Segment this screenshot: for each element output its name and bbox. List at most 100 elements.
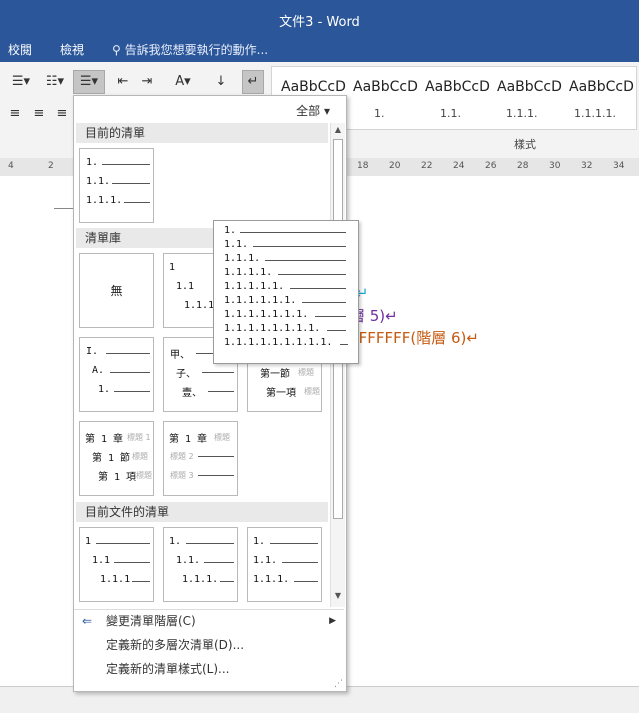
thumb-heading-placeholder: 標題	[132, 452, 148, 461]
document-list-thumb-2[interactable]: 1. 1.1. 1.1.1.	[163, 527, 238, 602]
section-document-lists: 目前文件的清單	[76, 502, 328, 522]
multilevel-list-button[interactable]: ☰▾	[73, 70, 105, 94]
multilevel-list-gallery: 全部 ▾ 目前的清單 1. 1.1. 1.1.1. 清單庫 無 1 1.1 1.…	[73, 95, 347, 692]
increase-indent-button[interactable]: ⇥	[136, 71, 158, 93]
menu-item-label: 變更清單階層(C)	[106, 614, 196, 628]
scroll-down-icon[interactable]: ▼	[333, 591, 343, 603]
show-marks-button[interactable]: ↵	[242, 70, 264, 94]
menu-define-multilevel-list[interactable]: 定義新的多層次清單(D)...	[74, 634, 344, 656]
thumb-line	[110, 372, 150, 373]
thumb-level-label: 1.1	[92, 555, 111, 566]
style-heading-1[interactable]: AaBbCcD	[353, 79, 418, 95]
preview-line	[327, 330, 346, 331]
thumb-line	[208, 391, 234, 392]
preview-line	[277, 274, 346, 275]
style-heading-3[interactable]: AaBbCcD	[497, 79, 562, 95]
preview-level-label: 1.1.1.1.1.	[224, 281, 285, 292]
tell-me-text: 告訴我您想要執行的動作...	[124, 43, 269, 57]
preview-level-label: 1.	[224, 225, 237, 236]
ruler-tick: 30	[549, 161, 561, 171]
align-center-button[interactable]: ≡	[28, 103, 50, 125]
increase-indent-icon: ⇥	[141, 74, 153, 89]
library-roman-thumb[interactable]: I. A. 1.	[79, 337, 154, 412]
thumb-level-label: I.	[86, 346, 99, 357]
thumb-line	[106, 353, 150, 354]
ruler-tick: 26	[485, 161, 497, 171]
align-left-button[interactable]: ≡	[4, 103, 26, 125]
thumb-level-label: 1.1.	[253, 555, 278, 566]
thumb-level-label: 1.	[98, 384, 111, 395]
menu-item-label: 定義新的多層次清單(D)...	[106, 638, 245, 652]
gallery-scrollbar[interactable]: ▲ ▼	[330, 123, 345, 607]
thumb-level-label: 1.1.1.	[86, 195, 123, 206]
style-normal[interactable]: AaBbCcD	[281, 79, 346, 95]
scroll-up-icon[interactable]: ▲	[333, 125, 343, 137]
thumb-level-label: 1.	[86, 157, 99, 168]
thumb-line	[202, 372, 234, 373]
thumb-line	[114, 391, 150, 392]
preview-line	[240, 232, 346, 233]
thumb-line	[132, 581, 150, 582]
style-heading-4-name: 1.1.1.1.	[574, 107, 616, 120]
preview-level-label: 1.1.	[224, 239, 249, 250]
thumb-line	[102, 164, 150, 165]
bullets-button[interactable]: ☰▾	[6, 71, 36, 93]
menu-item-label: 定義新的清單樣式(L)...	[106, 662, 230, 676]
thumb-level-label: 第 1 項	[98, 472, 137, 483]
preview-line	[339, 344, 348, 345]
preview-level-label: 1.1.1.	[224, 253, 261, 264]
thumb-heading-placeholder: 標題	[136, 471, 152, 480]
style-heading-4[interactable]: AaBbCcD	[569, 79, 634, 95]
thumb-level-label: 1	[169, 262, 176, 273]
preview-level-label: 1.1.1.1.	[224, 267, 273, 278]
styles-group-label: 樣式	[514, 138, 536, 151]
library-none-thumb[interactable]: 無	[79, 253, 154, 328]
preview-line	[252, 246, 346, 247]
none-label: 無	[110, 284, 123, 298]
menu-change-list-level[interactable]: ⇐ 變更清單階層(C) ▶	[74, 610, 344, 632]
ruler-tick: 4	[8, 161, 14, 171]
thumb-level-label: 第 1 章	[85, 434, 124, 445]
tab-review[interactable]: 校閱	[8, 41, 32, 58]
sort-button[interactable]: ↓	[210, 71, 232, 93]
tab-view[interactable]: 檢視	[60, 41, 84, 58]
ruler-tick: 18	[357, 161, 369, 171]
section-current-list: 目前的清單	[76, 123, 328, 143]
library-chapter-thumb[interactable]: 第 1 章 標題 1 第 1 節 標題 第 1 項 標題	[79, 421, 154, 496]
document-list-thumb-3[interactable]: 1. 1.1. 1.1.1.	[247, 527, 322, 602]
numbering-button[interactable]: ☷▾	[40, 71, 70, 93]
ruler-tick: 20	[389, 161, 401, 171]
chevron-down-icon: ▾	[323, 104, 330, 118]
library-chapter-heading-thumb[interactable]: 第 1 章 標題 標題 2 標題 3	[163, 421, 238, 496]
thumb-line	[282, 562, 318, 563]
style-heading-3-name: 1.1.1.	[506, 107, 538, 120]
align-right-icon: ≡	[56, 106, 68, 121]
align-right-button[interactable]: ≡	[52, 103, 72, 125]
thumb-level-label: 1.1.1	[184, 300, 215, 311]
filter-all-dropdown[interactable]: 全部 ▾	[296, 102, 330, 119]
title-bar: 文件3 - Word	[0, 0, 639, 38]
thumb-line	[198, 475, 234, 476]
menu-define-list-style[interactable]: 定義新的清單樣式(L)...	[74, 658, 344, 680]
preview-line	[290, 288, 346, 289]
numbering-icon: ☷▾	[45, 74, 65, 89]
thumb-line	[112, 183, 150, 184]
decrease-indent-icon: ⇤	[117, 74, 129, 89]
tell-me-box[interactable]: ⚲ 告訴我您想要執行的動作...	[112, 41, 268, 58]
asian-layout-button[interactable]: A▾	[168, 71, 198, 93]
style-heading-1-name: 1.	[374, 107, 385, 120]
lightbulb-icon: ⚲	[112, 43, 121, 57]
resize-grip-icon[interactable]: ⋰	[334, 679, 343, 689]
filter-all-label: 全部	[296, 104, 321, 118]
ruler-tick: 22	[421, 161, 433, 171]
thumb-level-label: 1.1	[176, 281, 195, 292]
current-list-thumb[interactable]: 1. 1.1. 1.1.1.	[79, 148, 154, 223]
paragraph-mark-icon: ↵	[247, 74, 259, 89]
indent-arrow-icon: ⇐	[82, 614, 93, 628]
style-heading-2[interactable]: AaBbCcD	[425, 79, 490, 95]
decrease-indent-button[interactable]: ⇤	[112, 71, 134, 93]
preview-line	[302, 302, 346, 303]
thumb-line	[186, 543, 234, 544]
document-list-thumb-1[interactable]: 1 1.1 1.1.1	[79, 527, 154, 602]
thumb-line	[198, 456, 234, 457]
